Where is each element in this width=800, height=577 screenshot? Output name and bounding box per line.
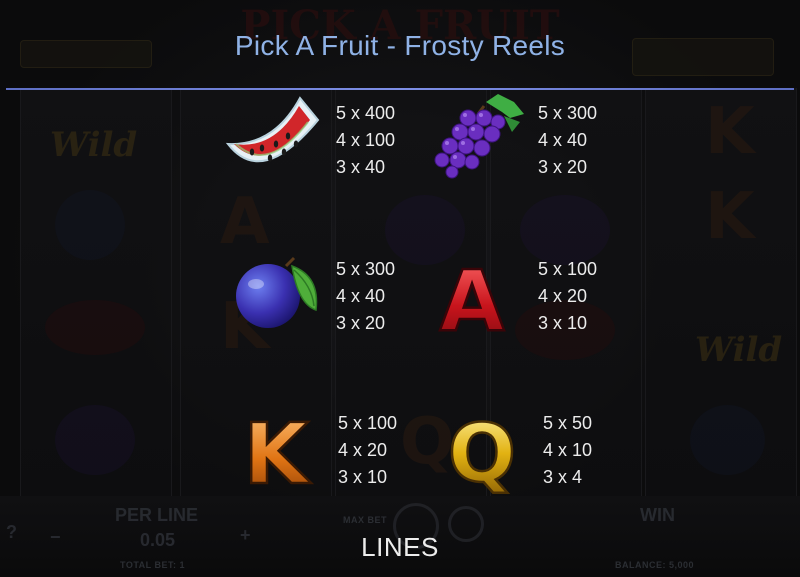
plum-payouts: 5 x 300 4 x 40 3 x 20 — [336, 256, 395, 337]
payout-row: 3 x 10 — [338, 467, 388, 487]
payout-row: 3 x 20 — [538, 157, 588, 177]
win-label: WIN — [640, 505, 675, 525]
background-grapes — [55, 405, 135, 475]
payout-row: 3 x 20 — [336, 313, 386, 333]
paytable-title: Pick A Fruit - Frosty Reels — [234, 30, 566, 61]
payout-row: 5 x 50 — [543, 413, 593, 433]
payout-row: 3 x 40 — [336, 157, 386, 177]
payout-row: 4 x 10 — [543, 440, 593, 460]
payout-row: 5 x 100 — [338, 413, 398, 433]
background-wild-symbol: Wild — [50, 125, 138, 165]
letter-a-icon: A — [438, 252, 506, 342]
background-grapes — [520, 195, 610, 265]
payout-row: 5 x 300 — [538, 103, 598, 123]
letter-q-glyph: Q — [448, 407, 516, 495]
background-letter-a: A — [220, 185, 270, 259]
payout-row: 3 x 4 — [543, 467, 583, 487]
letter-a-glyph: A — [439, 252, 504, 342]
watermelon-icon — [225, 96, 320, 163]
payout-row: 5 x 300 — [336, 259, 396, 279]
background-letter-k: K — [705, 180, 755, 254]
max-bet-button[interactable]: MAX BET — [343, 515, 387, 525]
letter-q-icon: Q — [447, 406, 518, 495]
background-letter-k: K — [705, 95, 755, 169]
payout-row: 5 x 400 — [336, 103, 396, 123]
lines-section-label[interactable]: LINES — [0, 532, 800, 563]
payout-row: 4 x 20 — [338, 440, 388, 460]
payout-row: 4 x 100 — [336, 130, 396, 150]
payout-row: 4 x 40 — [538, 130, 588, 150]
letter-k-payouts: 5 x 100 4 x 20 3 x 10 — [338, 410, 397, 491]
letter-k-glyph: K — [243, 405, 311, 495]
payout-row: 5 x 100 — [538, 259, 598, 279]
title-divider — [6, 88, 794, 90]
payout-row: 3 x 10 — [538, 313, 588, 333]
background-watermelon — [45, 300, 145, 355]
background-wild-symbol: Wild — [695, 330, 783, 370]
per-line-label: PER LINE — [115, 505, 199, 525]
plum-icon — [236, 256, 318, 328]
background-plum — [690, 405, 765, 475]
letter-q-payouts: 5 x 50 4 x 10 3 x 4 — [543, 410, 592, 491]
watermelon-payouts: 5 x 400 4 x 100 3 x 40 — [336, 100, 395, 181]
letter-a-payouts: 5 x 100 4 x 20 3 x 10 — [538, 256, 597, 337]
background-plum — [55, 190, 125, 260]
grapes-icon — [434, 94, 524, 179]
payout-row: 4 x 40 — [336, 286, 386, 306]
grapes-payouts: 5 x 300 4 x 40 3 x 20 — [538, 100, 597, 181]
payout-row: 4 x 20 — [538, 286, 588, 306]
letter-k-icon: K — [242, 405, 313, 495]
